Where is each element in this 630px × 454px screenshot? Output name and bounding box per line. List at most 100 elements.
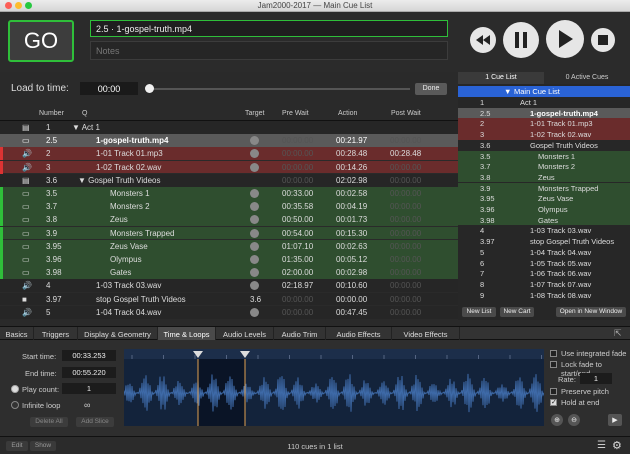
pause-button[interactable] bbox=[503, 22, 539, 58]
gear-icon[interactable]: ⚙ bbox=[612, 439, 622, 452]
load-time-slider-track[interactable] bbox=[150, 88, 410, 90]
preserve-pitch-checkbox[interactable] bbox=[550, 388, 557, 395]
target-arrow-icon[interactable] bbox=[250, 268, 259, 278]
tab-triggers[interactable]: Triggers bbox=[34, 327, 78, 340]
done-button[interactable]: Done bbox=[415, 83, 447, 95]
table-row[interactable]: ▭ 3.5 Monsters 1 00:33.00 00:02.58 00:00.00 bbox=[0, 187, 458, 200]
load-time-field[interactable]: 00:00 bbox=[80, 82, 138, 95]
list-item[interactable]: 3.96 Olympus bbox=[458, 204, 630, 215]
expand-icon[interactable]: ⇱ bbox=[614, 328, 624, 338]
rate-field[interactable]: 1 bbox=[580, 373, 612, 384]
target-arrow-icon[interactable] bbox=[250, 281, 259, 291]
go-button[interactable]: GO bbox=[8, 20, 74, 62]
list-item[interactable]: 4 1-03 Track 03.wav bbox=[458, 225, 630, 236]
table-row[interactable]: ▭ 3.98 Gates 02:00.00 00:02.98 00:00.00 bbox=[0, 266, 458, 280]
list-item[interactable]: 1 Act 1 bbox=[458, 97, 630, 108]
cue-name-field[interactable]: 2.5 · 1-gospel-truth.mp4 bbox=[90, 20, 448, 37]
tab-cue-list[interactable]: 1 Cue List bbox=[458, 72, 544, 84]
new-cart-button[interactable]: New Cart bbox=[500, 307, 534, 317]
tab-audio-trim[interactable]: Audio Trim bbox=[274, 327, 326, 340]
open-new-window-button[interactable]: Open in New Window bbox=[556, 307, 626, 317]
column-post-wait[interactable]: Post Wait bbox=[391, 110, 421, 117]
tab-basics[interactable]: Basics bbox=[0, 327, 34, 340]
target-arrow-icon[interactable] bbox=[250, 228, 259, 238]
play-count-field[interactable]: 1 bbox=[62, 383, 116, 394]
table-row[interactable]: 🔊 5 1-04 Track 04.wav 00:00.00 00:47.45 00:00… bbox=[0, 305, 458, 319]
tab-time-loops[interactable]: Time & Loops bbox=[158, 327, 216, 340]
column-pre-wait[interactable]: Pre Wait bbox=[282, 110, 309, 117]
status-stripe bbox=[0, 279, 3, 292]
tab-audio-effects[interactable]: Audio Effects bbox=[326, 327, 392, 340]
table-row[interactable]: 🔊 2 1-01 Track 01.mp3 00:00.00 00:28.48 00:28… bbox=[0, 147, 458, 161]
table-row[interactable]: 🔊 4 1-03 Track 03.wav 02:18.97 00:10.60 00:00… bbox=[0, 279, 458, 293]
table-row[interactable]: ■ 3.97 stop Gospel Truth Videos 3.6 00:00.00… bbox=[0, 292, 458, 306]
list-item[interactable]: 2.5 1-gospel-truth.mp4 bbox=[458, 107, 630, 119]
list-item[interactable]: 3.7 Monsters 2 bbox=[458, 161, 630, 172]
list-item[interactable]: 3.5 Monsters 1 bbox=[458, 150, 630, 162]
stop-button[interactable] bbox=[591, 28, 615, 52]
list-item[interactable]: 3 1-02 Track 02.wav bbox=[458, 129, 630, 140]
column-q[interactable]: Q bbox=[82, 110, 87, 117]
list-item[interactable]: 5 1-04 Track 04.wav bbox=[458, 247, 630, 258]
list-item[interactable]: 9 1-08 Track 08.wav bbox=[458, 290, 630, 301]
cue-number: 2.5 bbox=[46, 136, 58, 146]
target-arrow-icon[interactable] bbox=[250, 149, 259, 159]
table-row[interactable]: ▭ 3.7 Monsters 2 00:35.58 00:04.19 00:00.00 bbox=[0, 200, 458, 214]
target-arrow-icon[interactable] bbox=[250, 215, 259, 225]
new-list-button[interactable]: New List bbox=[462, 307, 496, 317]
notes-field[interactable]: Notes bbox=[90, 41, 448, 60]
end-time-field[interactable]: 00:55.220 bbox=[62, 367, 116, 378]
start-time-field[interactable]: 00:33.253 bbox=[62, 350, 116, 361]
column-target[interactable]: Target bbox=[245, 110, 264, 117]
column-number[interactable]: Number bbox=[39, 110, 64, 117]
list-item[interactable]: 3.97 stop Gospel Truth Videos bbox=[458, 236, 630, 247]
table-row[interactable]: ▭ 3.95 Zeus Vase 01:07.10 00:02.63 00:00.00 bbox=[0, 239, 458, 253]
target-arrow-icon[interactable] bbox=[250, 307, 259, 317]
cue-action: 00:01.73 bbox=[336, 215, 368, 225]
target-arrow-icon[interactable] bbox=[250, 202, 259, 212]
rewind-button[interactable] bbox=[470, 27, 496, 53]
table-row[interactable]: ▭ 3.8 Zeus 00:50.00 00:01.73 00:00.00 bbox=[0, 213, 458, 227]
zoom-in-icon[interactable]: ⊕ bbox=[551, 414, 563, 426]
table-row[interactable]: ▭ 3.96 Olympus 01:35.00 00:05.12 00:00.00 bbox=[0, 253, 458, 266]
load-time-slider-knob[interactable] bbox=[145, 84, 154, 93]
list-item[interactable]: 6 1-05 Track 05.wav bbox=[458, 258, 630, 269]
list-item[interactable]: 2 1-01 Track 01.mp3 bbox=[458, 118, 630, 129]
tab-video-effects[interactable]: Video Effects bbox=[392, 327, 460, 340]
list-view-icon[interactable]: ☰ bbox=[597, 440, 606, 451]
list-item[interactable]: 3.6 Gospel Truth Videos bbox=[458, 140, 630, 151]
target-arrow-icon[interactable] bbox=[250, 255, 259, 264]
target-arrow-icon[interactable] bbox=[250, 241, 259, 251]
preview-play-icon[interactable]: ▶ bbox=[608, 414, 622, 426]
target-arrow-icon[interactable] bbox=[250, 162, 259, 172]
list-item-name: Monsters 2 bbox=[538, 162, 576, 172]
zoom-out-icon[interactable]: ⊖ bbox=[568, 414, 580, 426]
use-integrated-fade-checkbox[interactable] bbox=[550, 350, 557, 357]
list-item[interactable]: 7 1-06 Track 06.wav bbox=[458, 268, 630, 279]
list-item[interactable]: 3.9 Monsters Trapped bbox=[458, 182, 630, 194]
table-row[interactable]: ▭ 2.5 1-gospel-truth.mp4 00:00.00 00:21.97 00… bbox=[0, 134, 458, 148]
delete-all-button[interactable]: Delete All bbox=[30, 417, 68, 427]
waveform-view[interactable] bbox=[123, 349, 546, 426]
table-row[interactable]: 🔊 3 1-02 Track 02.wav 00:00.00 00:14.26 00:00… bbox=[0, 160, 458, 174]
tab-audio-levels[interactable]: Audio Levels bbox=[216, 327, 274, 340]
hold-at-end-checkbox[interactable]: ✓ bbox=[550, 399, 557, 406]
add-slice-button[interactable]: Add Slice bbox=[76, 417, 114, 427]
infinite-loop-radio[interactable] bbox=[11, 401, 19, 409]
list-item[interactable]: 8 1-07 Track 07.wav bbox=[458, 279, 630, 290]
table-row[interactable]: ▭ 3.9 Monsters Trapped 00:54.00 00:15.30 00:0… bbox=[0, 226, 458, 240]
tab-display-geometry[interactable]: Display & Geometry bbox=[78, 327, 158, 340]
lock-fade-checkbox[interactable] bbox=[550, 361, 557, 368]
tab-active-cues[interactable]: 0 Active Cues bbox=[544, 72, 630, 84]
target-arrow-icon[interactable] bbox=[250, 136, 259, 146]
list-item[interactable]: 3.8 Zeus bbox=[458, 171, 630, 183]
target-arrow-icon[interactable] bbox=[250, 189, 259, 198]
column-action[interactable]: Action bbox=[338, 110, 357, 117]
list-title-row[interactable]: ▼ Main Cue List bbox=[458, 86, 630, 97]
list-item[interactable]: 3.98 Gates bbox=[458, 214, 630, 226]
play-button[interactable] bbox=[546, 20, 584, 58]
table-row[interactable]: ▤ 3.6 ▼ Gospel Truth Videos 00:00.00 02:02.9… bbox=[0, 173, 458, 187]
play-count-radio[interactable] bbox=[11, 385, 19, 393]
list-item[interactable]: 3.95 Zeus Vase bbox=[458, 193, 630, 204]
table-row[interactable]: ▤ 1 ▼ Act 1 bbox=[0, 121, 458, 134]
